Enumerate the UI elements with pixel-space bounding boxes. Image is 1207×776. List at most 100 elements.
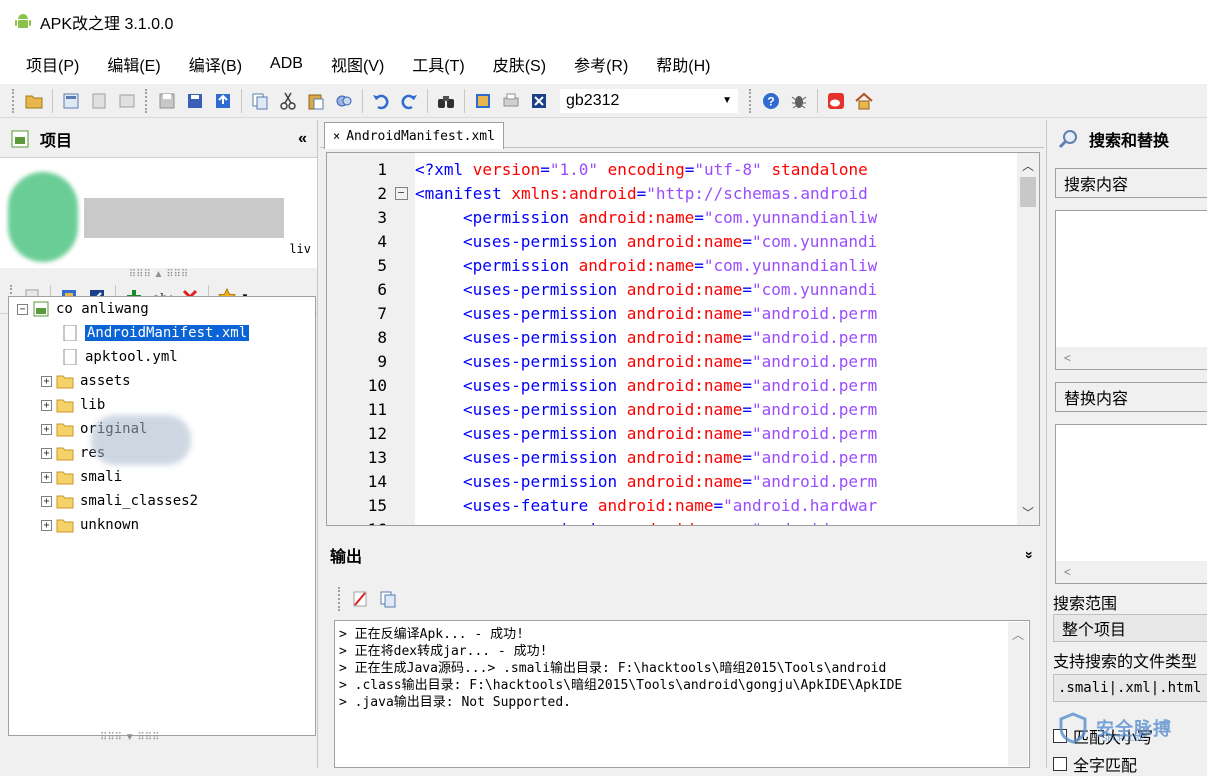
output-log[interactable]: > 正在反编译Apk... - 成功! > 正在将dex转成jar... - 成功…	[334, 620, 1030, 768]
toolbar-grip[interactable]	[749, 88, 753, 113]
horizontal-scrollbar[interactable]: <	[1056, 561, 1207, 583]
code-line[interactable]: 7 <uses-permission android:name="android.…	[327, 301, 1011, 325]
search-input[interactable]: <	[1055, 210, 1207, 370]
menu-item[interactable]: ADB	[258, 51, 315, 77]
find-icon[interactable]	[434, 89, 458, 113]
tree-file[interactable]: apktool.yml	[9, 345, 315, 369]
panel-splitter[interactable]: ⠿⠿⠿ ▲ ⠿⠿⠿	[0, 268, 317, 280]
expand-icon[interactable]: +	[41, 375, 52, 387]
tree-folder[interactable]: + smali_classes2	[9, 489, 315, 513]
collapse-output-button[interactable]: »	[1022, 551, 1038, 559]
code-line[interactable]: 14 <uses-permission android:name="android…	[327, 469, 1011, 493]
smali-to-java-icon[interactable]	[527, 89, 551, 113]
code-line[interactable]: 3 <permission android:name="com.yunnandia…	[327, 205, 1011, 229]
collapse-icon[interactable]: −	[17, 303, 28, 315]
code-line[interactable]: 9 <uses-permission android:name="android.…	[327, 349, 1011, 373]
paste-icon[interactable]	[304, 89, 328, 113]
code-token: "android.perm	[752, 327, 878, 347]
scroll-up-icon[interactable]: ︿	[1012, 626, 1024, 643]
tree-folder[interactable]: + lib	[9, 393, 315, 417]
code-line[interactable]: 1 <?xml version="1.0" encoding="utf-8" st…	[327, 157, 1011, 181]
expand-icon[interactable]: +	[41, 399, 52, 411]
scroll-left-icon[interactable]: <	[1064, 351, 1071, 365]
menu-item[interactable]: 帮助(H)	[644, 48, 722, 80]
menu-item[interactable]: 工具(T)	[400, 48, 476, 80]
export-icon[interactable]	[211, 89, 235, 113]
tree-file[interactable]: AndroidManifest.xml	[9, 321, 315, 345]
tree-root[interactable]: − co anliwang	[9, 297, 315, 321]
scope-select[interactable]: 整个项目	[1053, 614, 1207, 642]
copy-output-icon[interactable]	[376, 587, 400, 611]
weibo-icon[interactable]	[824, 89, 848, 113]
horizontal-scrollbar[interactable]: <	[1056, 347, 1207, 369]
collapse-panel-button[interactable]: «	[298, 130, 307, 148]
help-icon[interactable]: ?	[759, 89, 783, 113]
scroll-left-icon[interactable]: <	[1064, 565, 1071, 579]
install-icon[interactable]	[115, 89, 139, 113]
filetypes-value: .smali|.xml|.html	[1058, 680, 1202, 696]
code-line[interactable]: 2− <manifest xmlns:android="http://schema…	[327, 181, 1011, 205]
scroll-up-icon[interactable]: ︿	[1017, 157, 1039, 174]
tree-item-label: assets	[80, 373, 131, 389]
checkbox[interactable]	[1053, 757, 1067, 771]
replace-icon[interactable]	[332, 89, 356, 113]
code-line[interactable]: 10 <uses-permission android:name="android…	[327, 373, 1011, 397]
scroll-down-icon[interactable]: ﹀	[1017, 504, 1039, 521]
code-line[interactable]: 4 <uses-permission android:name="com.yunn…	[327, 229, 1011, 253]
code-line[interactable]: 8 <uses-permission android:name="android.…	[327, 325, 1011, 349]
menu-item[interactable]: 参考(R)	[562, 48, 640, 80]
whole-word-checkbox[interactable]: 全字匹配	[1053, 752, 1137, 776]
encoding-select[interactable]: gb2312 ▼	[559, 87, 739, 114]
replace-input[interactable]: <	[1055, 424, 1207, 584]
undo-icon[interactable]	[369, 89, 393, 113]
debug-icon[interactable]	[787, 89, 811, 113]
save-all-icon[interactable]	[183, 89, 207, 113]
code-line[interactable]: 6 <uses-permission android:name="com.yunn…	[327, 277, 1011, 301]
open-folder-icon[interactable]	[22, 89, 46, 113]
copy-icon[interactable]	[248, 89, 272, 113]
code-line[interactable]: 13 <uses-permission android:name="android…	[327, 445, 1011, 469]
close-icon[interactable]: ×	[333, 129, 340, 143]
expand-icon[interactable]: +	[41, 495, 52, 507]
menu-item[interactable]: 编译(B)	[177, 48, 254, 80]
scroll-thumb[interactable]	[1020, 177, 1036, 207]
code-token: standalone	[771, 159, 868, 179]
menu-item[interactable]: 项目(P)	[14, 48, 91, 80]
clear-output-icon[interactable]	[348, 587, 372, 611]
tree-folder[interactable]: + smali	[9, 465, 315, 489]
filetypes-input[interactable]: .smali|.xml|.html	[1053, 674, 1207, 702]
tree-folder[interactable]: + assets	[9, 369, 315, 393]
save-icon[interactable]	[155, 89, 179, 113]
redo-icon[interactable]	[397, 89, 421, 113]
output-scrollbar[interactable]: ︿	[1008, 622, 1028, 766]
expand-icon[interactable]: +	[41, 519, 52, 531]
chevron-down-icon[interactable]: ▼	[722, 95, 732, 106]
tab-androidmanifest[interactable]: × AndroidManifest.xml	[324, 122, 504, 149]
home-icon[interactable]	[852, 89, 876, 113]
toolbar-grip[interactable]	[12, 88, 16, 113]
cut-icon[interactable]	[276, 89, 300, 113]
code-line[interactable]: 16 <uses-permission android:name="android…	[327, 517, 1011, 526]
vertical-scrollbar[interactable]: ︿ ﹀	[1017, 153, 1039, 525]
goto-icon[interactable]	[471, 89, 495, 113]
menu-item[interactable]: 皮肤(S)	[481, 48, 558, 80]
tree-folder[interactable]: + unknown	[9, 513, 315, 537]
code-editor[interactable]: 1 <?xml version="1.0" encoding="utf-8" st…	[326, 152, 1040, 526]
code-line[interactable]: 15 <uses-feature android:name="android.ha…	[327, 493, 1011, 517]
project-icon	[33, 301, 49, 317]
build-icon[interactable]	[59, 89, 83, 113]
code-line[interactable]: 5 <permission android:name="com.yunnandia…	[327, 253, 1011, 277]
expand-icon[interactable]: +	[41, 423, 52, 435]
toolbar-grip[interactable]	[338, 587, 342, 611]
fold-icon[interactable]: −	[394, 186, 408, 200]
sign-icon[interactable]	[87, 89, 111, 113]
expand-icon[interactable]: +	[41, 471, 52, 483]
toolbar-grip[interactable]	[145, 88, 149, 113]
panel-splitter[interactable]: ⠿⠿⠿ ▼ ⠿⠿⠿	[100, 732, 159, 743]
code-line[interactable]: 11 <uses-permission android:name="android…	[327, 397, 1011, 421]
menu-item[interactable]: 视图(V)	[319, 48, 396, 80]
print-icon[interactable]	[499, 89, 523, 113]
code-line[interactable]: 12 <uses-permission android:name="android…	[327, 421, 1011, 445]
expand-icon[interactable]: +	[41, 447, 52, 459]
menu-item[interactable]: 编辑(E)	[95, 48, 172, 80]
